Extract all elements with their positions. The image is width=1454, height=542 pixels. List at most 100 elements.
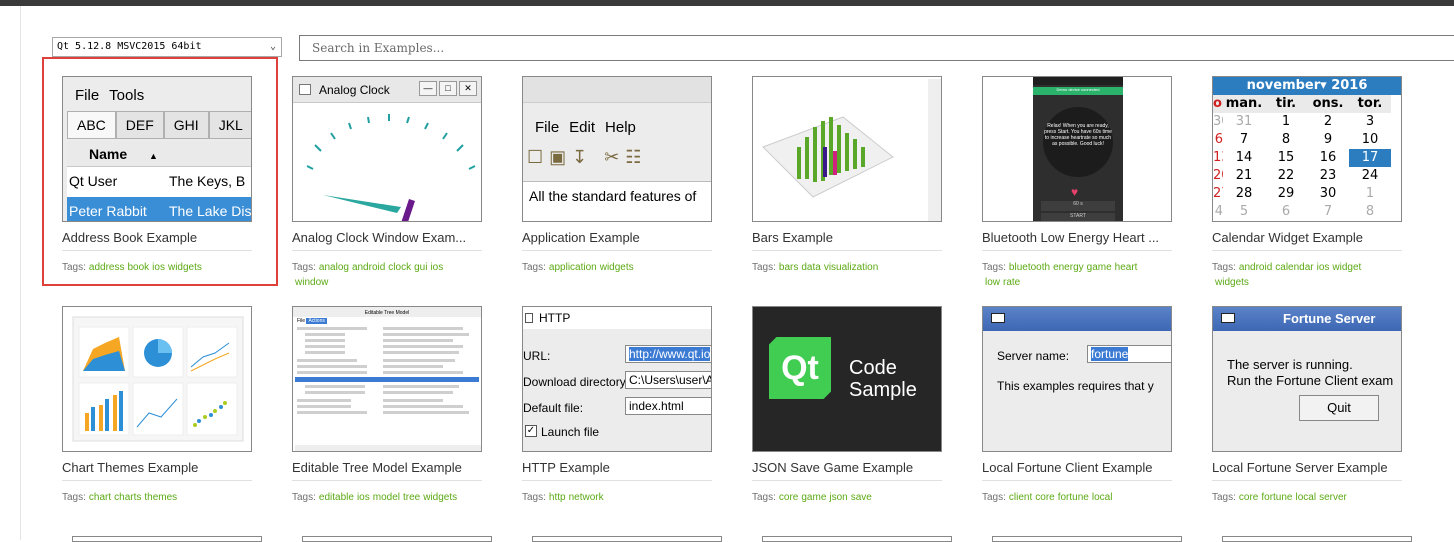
qt-version-value: Qt 5.12.8 MSVC2015 64bit [57,41,202,52]
example-title: Application Example [522,230,712,251]
example-card-bars[interactable]: Bars Example Tags: bars data visualization [742,58,942,278]
counter: 60 s [1041,201,1115,211]
file-value: index.html [625,397,711,415]
chevron-down-icon: ⌄ [269,41,276,52]
search-placeholder: Search in Examples... [312,41,445,55]
example-thumbnail: HTTP URL: http://www.qt.io Download dire… [522,306,712,452]
example-tags: Tags: bluetooth energy game heart low rate [982,262,1138,288]
directory-label: Download directory: [523,375,630,389]
clock-face [306,114,476,221]
window-title: HTTP [539,311,571,325]
example-title: Analog Clock Window Exam... [292,230,482,251]
menu-help: Help [605,119,636,136]
url-value: http://www.qt.io [629,347,711,361]
window-top-border [0,0,1454,6]
qt-logo-icon: Qt [769,337,831,399]
example-title: Local Fortune Client Example [982,460,1172,481]
example-title: Chart Themes Example [62,460,252,481]
example-title: Bars Example [752,230,942,251]
directory-value: C:\Users\user\Ap [625,371,711,389]
example-thumbnail: Server name: fortune This examples requi… [982,306,1172,452]
example-card-chart-themes[interactable]: Chart Themes Example Tags: chart charts the… [52,288,252,508]
example-card-editable-tree-model[interactable]: Editable Tree Model File Actions Editabl… [282,288,482,508]
example-thumbnail: Fortune Server The server is running. Ru… [1212,306,1402,452]
close-icon: ✕ [459,81,477,96]
example-card-row3-4[interactable] [762,536,952,542]
example-card-row3-6[interactable] [1222,536,1412,542]
window-icon [525,313,533,323]
example-tags: Tags: analog android clock gui ios window [292,262,444,288]
checkbox-icon: ✓ [525,425,537,437]
example-thumbnail: Analog Clock — □ ✕ [292,76,482,222]
example-card-analog-clock[interactable]: Analog Clock — □ ✕ Analog Clock Window Exa… [282,58,482,288]
example-tags: Tags: application widgets [522,262,634,273]
example-tags: Tags: core fortune local server [1212,492,1347,503]
menu-edit: Edit [569,119,596,136]
quit-button: Quit [1299,395,1379,421]
url-label: URL: [523,349,551,363]
code-text: Code [849,357,897,379]
example-title: Calendar Widget Example [1212,230,1402,251]
menu-file: File [535,119,560,136]
start-button: START [1041,213,1115,221]
server-instructions: Run the Fortune Client exam [1227,373,1394,388]
example-card-bluetooth-heart-rate[interactable]: Demo device connected Relax! When you ar… [972,58,1172,288]
toolbar-icons: ☐▣↧ ✂☷ [527,147,648,167]
window-icon [299,84,311,95]
example-tags: Tags: http network [522,492,604,503]
example-thumbnail: Qt Code Sample [752,306,942,452]
example-thumbnail: november▾ 2016 on.man.tir.ons.tor. 30311… [1212,76,1402,222]
example-title: Local Fortune Server Example [1212,460,1402,481]
bars-3d-graph [762,79,941,221]
example-card-row3-2[interactable] [302,536,492,542]
window-icon [1221,313,1235,323]
server-status: The server is running. [1227,357,1353,372]
example-card-http[interactable]: HTTP URL: http://www.qt.io Download dire… [512,288,712,508]
status-banner: Demo device connected [1033,87,1123,95]
window-title: Analog Clock [319,83,390,97]
example-card-json-save-game[interactable]: Qt Code Sample JSON Save Game Example Tag… [742,288,942,508]
qt-version-select[interactable]: Qt 5.12.8 MSVC2015 64bit ⌄ [52,37,282,57]
heart-icon: ♥ [1071,185,1079,199]
example-thumbnail [752,76,942,222]
example-title: Bluetooth Low Energy Heart ... [982,230,1172,251]
menu-actions: Actions [306,318,327,324]
launch-label: Launch file [541,425,600,439]
example-title: JSON Save Game Example [752,460,942,481]
window-title: Fortune Server [1283,311,1376,326]
minimize-icon: — [419,81,437,96]
tree-view-preview [295,327,481,451]
example-thumbnail: Demo device connected Relax! When you ar… [982,76,1172,222]
example-card-row3-5[interactable] [992,536,1182,542]
example-tags: Tags: chart charts themes [62,492,178,503]
calendar-header: november▾ 2016 [1213,77,1401,95]
example-thumbnail: File Edit Help ☐▣↧ ✂☷ All the standard fea… [522,76,712,222]
file-label: Default file: [523,401,584,415]
example-thumbnail: Editable Tree Model File Actions [292,306,482,452]
example-card-row3-3[interactable] [532,536,722,542]
example-card-local-fortune-client[interactable]: Server name: fortune This examples requi… [972,288,1172,508]
message-circle: Relax! When you are ready, press Start. … [1043,107,1113,177]
example-card-calendar-widget[interactable]: november▾ 2016 on.man.tir.ons.tor. 30311… [1202,58,1402,288]
maximize-icon: □ [439,81,457,96]
example-title: HTTP Example [522,460,712,481]
text-editor: All the standard features of [523,181,711,221]
window-title: Editable Tree Model [293,307,481,317]
menu-file: File [297,318,306,324]
example-card-row3-1[interactable] [72,536,262,542]
sample-text: Sample [849,379,917,401]
server-name-label: Server name: [997,349,1070,363]
calendar-grid: on.man.tir.ons.tor. 3031123 678910 13141… [1213,95,1401,221]
left-divider [20,6,21,540]
client-message: This examples requires that y [997,379,1154,393]
example-tags: Tags: client core fortune local [982,492,1113,503]
example-card-local-fortune-server[interactable]: Fortune Server The server is running. Ru… [1202,288,1402,508]
example-title: Editable Tree Model Example [292,460,482,481]
example-tags: Tags: android calendar ios widget widgets [1212,262,1362,288]
example-tags: Tags: editable ios model tree widgets [292,492,458,503]
example-card-application[interactable]: File Edit Help ☐▣↧ ✂☷ All the standard fea… [512,58,712,278]
example-thumbnail [62,306,252,452]
server-name-value: fortune [1091,347,1129,361]
selection-highlight [42,57,278,286]
phone-screen: Demo device connected Relax! When you ar… [1033,77,1123,221]
